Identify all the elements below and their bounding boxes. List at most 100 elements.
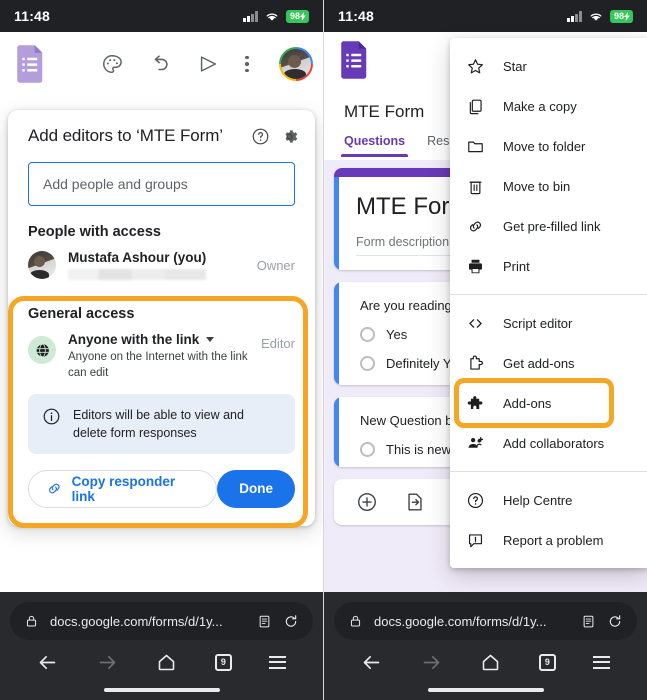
menu-item-print[interactable]: Print (450, 246, 647, 286)
access-scope-dropdown[interactable]: Anyone with the link (68, 332, 249, 347)
battery-level: 98 (613, 10, 624, 21)
status-bar-left: 11:48 98 (0, 0, 323, 32)
folder-icon (466, 137, 485, 156)
tab-count-button[interactable]: 9 (214, 653, 232, 671)
status-clock-right: 11:48 (338, 8, 375, 24)
code-icon (466, 314, 485, 333)
menu-item-label: Star (503, 58, 527, 74)
menu-item-make-a-copy[interactable]: Make a copy (450, 86, 647, 126)
url-text: docs.google.com/forms/d/1y... (50, 613, 223, 629)
help-circle-icon[interactable] (251, 127, 270, 146)
person-name: Mustafa Ashour (you) (68, 250, 207, 265)
menu-separator-2 (450, 471, 647, 472)
person-role: Owner (256, 257, 295, 273)
radio-icon[interactable] (360, 442, 375, 457)
browser-navbar-right: 9 (324, 640, 647, 684)
access-role[interactable]: Editor (261, 336, 295, 351)
status-clock: 11:48 (14, 8, 51, 24)
hamburger-menu-icon[interactable] (593, 655, 611, 669)
reload-icon[interactable] (283, 613, 299, 630)
menu-separator-1 (450, 294, 647, 295)
access-scope-description: Anyone on the Internet with the link can… (68, 351, 248, 380)
import-questions-icon[interactable] (404, 491, 426, 513)
toolbar-actions (101, 47, 313, 81)
more-vert-icon[interactable] (245, 55, 249, 73)
menu-item-star[interactable]: Star (450, 46, 647, 86)
people-with-access-heading: People with access (28, 224, 161, 240)
reader-mode-icon[interactable] (257, 613, 272, 630)
status-bar-right: 11:48 98 (324, 0, 647, 32)
home-icon[interactable] (155, 651, 177, 673)
omnibox-right[interactable]: docs.google.com/forms/d/1y... (334, 602, 637, 640)
add-circle-icon[interactable] (356, 491, 378, 513)
done-button[interactable]: Done (217, 469, 295, 508)
url-text: docs.google.com/forms/d/1y... (374, 613, 547, 629)
menu-item-get-add-ons[interactable]: Get add-ons (450, 343, 647, 383)
status-system-icons-right: 98 (567, 9, 633, 23)
radio-icon[interactable] (360, 327, 375, 342)
send-icon[interactable] (197, 53, 219, 75)
tab-count-label: 9 (220, 657, 226, 667)
status-system-icons: 98 (243, 9, 309, 23)
signal-bars-icon (567, 10, 582, 22)
reader-mode-icon[interactable] (581, 613, 596, 630)
dialog-header: Add editors to ‘MTE Form’ (8, 126, 315, 146)
copy-responder-link-button[interactable]: Copy responder link (28, 469, 218, 508)
account-avatar[interactable] (279, 47, 313, 81)
battery-indicator: 98 (285, 9, 309, 23)
gear-icon[interactable] (280, 127, 299, 146)
menu-item-label: Make a copy (503, 98, 577, 114)
wifi-icon (266, 13, 278, 21)
google-forms-icon (17, 45, 43, 83)
omnibox-left[interactable]: docs.google.com/forms/d/1y... (10, 602, 313, 640)
chevron-down-icon[interactable] (206, 337, 215, 342)
home-icon[interactable] (479, 651, 501, 673)
menu-item-get-prefilled-link[interactable]: Get pre-filled link (450, 206, 647, 246)
person-info: Mustafa Ashour (you) (68, 250, 245, 280)
dual-screenshot: 11:48 98 Add editors to ‘MTE Form’ Add p… (0, 0, 647, 700)
right-panel-overflow-menu: 11:48 98 MTE Form Questions Respo MTE Fo… (323, 0, 647, 700)
menu-item-script-editor[interactable]: Script editor (450, 303, 647, 343)
browser-chrome-right: docs.google.com/forms/d/1y... 9 (324, 592, 647, 700)
tab-count-label: 9 (544, 657, 550, 667)
arrow-back-icon[interactable] (37, 651, 59, 673)
hamburger-menu-icon[interactable] (269, 655, 287, 669)
report-problem-icon (466, 531, 485, 550)
link-icon (466, 217, 485, 236)
menu-item-report-a-problem[interactable]: Report a problem (450, 520, 647, 560)
lock-icon (26, 615, 37, 627)
trash-icon (466, 177, 485, 196)
undo-icon[interactable] (149, 53, 171, 75)
browser-navbar-left: 9 (0, 640, 323, 684)
tab-count-button[interactable]: 9 (538, 653, 556, 671)
menu-item-move-to-bin[interactable]: Move to bin (450, 166, 647, 206)
option-label: This is new. (386, 442, 454, 457)
done-button-label: Done (239, 481, 273, 497)
general-access-heading: General access (28, 306, 135, 322)
radio-icon[interactable] (360, 356, 375, 371)
arrow-back-icon[interactable] (361, 651, 383, 673)
menu-item-help-centre[interactable]: Help Centre (450, 480, 647, 520)
reload-icon[interactable] (607, 613, 623, 630)
charging-bolt-icon (624, 11, 630, 21)
share-dialog: Add editors to ‘MTE Form’ Add people and… (8, 110, 315, 526)
globe-icon (28, 336, 56, 364)
star-icon (466, 57, 485, 76)
tab-questions[interactable]: Questions (340, 134, 409, 157)
menu-item-label: Get add-ons (503, 355, 575, 371)
menu-item-add-ons[interactable]: Add-ons (450, 383, 647, 423)
general-access-section: General access Anyone with the link Anyo… (8, 306, 315, 526)
general-access-main[interactable]: Anyone with the link Anyone on the Inter… (68, 332, 249, 382)
add-people-input[interactable]: Add people and groups (28, 162, 295, 206)
menu-item-add-collaborators[interactable]: Add collaborators (450, 423, 647, 463)
person-email-redacted (68, 269, 206, 280)
palette-icon[interactable] (101, 53, 123, 75)
help-circle-icon (466, 491, 485, 510)
gesture-bar-right (427, 688, 544, 692)
option-label: Yes (386, 327, 408, 342)
menu-item-move-to-folder[interactable]: Move to folder (450, 126, 647, 166)
charging-bolt-icon (300, 11, 306, 21)
person-row: Mustafa Ashour (you) Owner (28, 250, 295, 280)
lock-icon (350, 615, 361, 627)
link-icon (49, 484, 60, 494)
